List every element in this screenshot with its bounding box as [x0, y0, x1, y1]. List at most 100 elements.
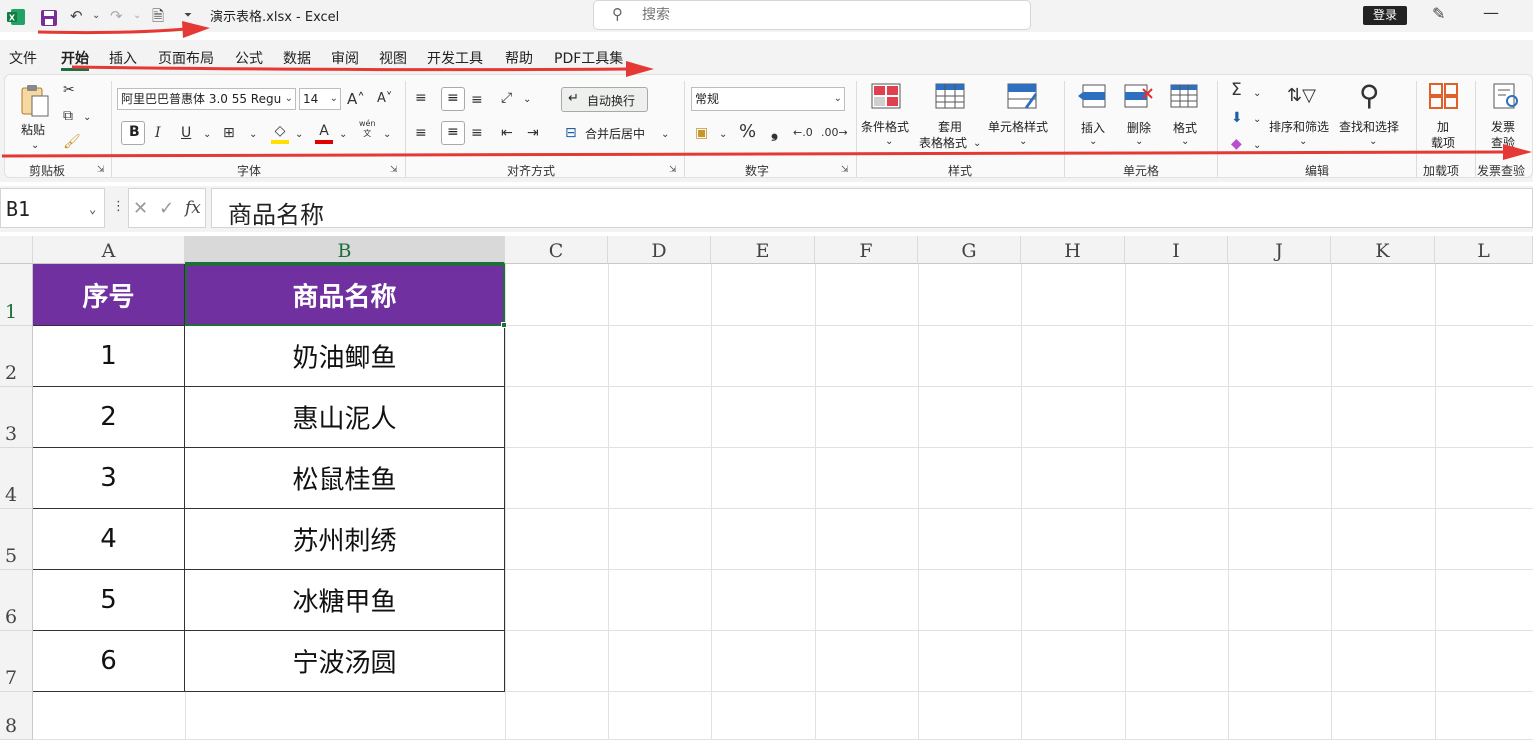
underline-button[interactable]: U [181, 124, 191, 142]
format-as-table-label-2[interactable]: 表格格式 [919, 134, 967, 151]
table-header-cell[interactable]: 商品名称 [185, 264, 505, 326]
insert-cells-icon[interactable] [1077, 83, 1107, 109]
addins-icon[interactable] [1429, 83, 1459, 109]
table-cell[interactable]: 6 [33, 631, 185, 692]
tab-file[interactable]: 文件 [9, 48, 37, 68]
insert-cells-dropdown-icon[interactable]: ⌄ [1089, 133, 1097, 151]
column-header-d[interactable]: D [608, 236, 711, 264]
number-launcher-icon[interactable]: ⇲ [841, 165, 849, 175]
decrease-decimal-icon[interactable]: .00→ [821, 124, 848, 142]
wrap-text-button[interactable]: ↵ 自动换行 [561, 87, 648, 112]
column-header-i[interactable]: I [1125, 236, 1228, 264]
addins-label-2[interactable]: 载项 [1431, 134, 1455, 151]
align-left-icon[interactable]: ≡ [415, 124, 427, 142]
paste-icon[interactable] [19, 82, 51, 118]
addins-label-1[interactable]: 加 [1437, 118, 1449, 135]
italic-button[interactable]: I [155, 124, 161, 142]
undo-dropdown-icon[interactable]: ⌄ [92, 5, 100, 27]
table-cell[interactable]: 奶油鲫鱼 [185, 326, 505, 387]
borders-dropdown-icon[interactable]: ⌄ [249, 126, 257, 144]
find-select-icon[interactable]: ⚲ [1359, 79, 1380, 113]
align-bottom-icon[interactable]: ≡ [471, 91, 483, 109]
pen-icon[interactable]: ✎ [1432, 4, 1445, 23]
tab-developer[interactable]: 开发工具 [427, 48, 483, 68]
increase-decimal-icon[interactable]: ←.0 [793, 124, 813, 142]
column-header-j[interactable]: J [1228, 236, 1331, 264]
table-cell[interactable]: 4 [33, 509, 185, 570]
table-cell[interactable]: 冰糖甲鱼 [185, 570, 505, 631]
redo-icon[interactable]: ↷ [110, 5, 123, 27]
decrease-font-icon[interactable]: A˅ [377, 90, 392, 108]
align-middle-button[interactable]: ≡ [441, 87, 465, 111]
login-button[interactable]: 登录 [1363, 6, 1407, 25]
merge-center-icon[interactable]: ⊟ [565, 124, 577, 142]
column-header-k[interactable]: K [1331, 236, 1435, 264]
copy-icon[interactable]: ⧉ [63, 107, 73, 125]
increase-font-icon[interactable]: A˄ [347, 90, 365, 108]
number-format-select[interactable]: 常规 ⌄ [691, 87, 845, 111]
row-header-4[interactable]: 4 [0, 448, 33, 509]
table-cell[interactable]: 苏州刺绣 [185, 509, 505, 570]
bold-button[interactable]: B [121, 121, 145, 145]
fill-icon[interactable]: ⬇ [1231, 109, 1243, 127]
column-header-f[interactable]: F [815, 236, 918, 264]
minimize-button[interactable]: — [1483, 3, 1499, 22]
row-header-6[interactable]: 6 [0, 570, 33, 631]
table-cell[interactable]: 3 [33, 448, 185, 509]
decrease-indent-icon[interactable]: ⇤ [501, 124, 513, 142]
row-header-2[interactable]: 2 [0, 326, 33, 387]
insert-function-button[interactable]: fx [185, 198, 201, 218]
tab-pdf-tools[interactable]: PDF工具集 [554, 48, 623, 68]
table-cell[interactable]: 5 [33, 570, 185, 631]
cut-icon[interactable]: ✂ [63, 81, 75, 99]
find-select-dropdown-icon[interactable]: ⌄ [1369, 133, 1377, 151]
enter-icon[interactable]: ✓ [159, 198, 174, 219]
column-header-e[interactable]: E [711, 236, 815, 264]
paste-label[interactable]: 粘贴 [21, 121, 45, 138]
chevron-down-icon[interactable]: ⌄ [89, 202, 96, 216]
format-painter-icon[interactable]: 🖌 [63, 133, 81, 151]
column-header-h[interactable]: H [1021, 236, 1125, 264]
conditional-formatting-icon[interactable] [871, 83, 901, 109]
tab-insert[interactable]: 插入 [109, 48, 137, 68]
table-header-cell[interactable]: 序号 [33, 264, 185, 326]
fill-handle[interactable] [501, 322, 507, 328]
search-box[interactable]: ⚲ [593, 0, 1031, 30]
table-cell[interactable]: 松鼠桂鱼 [185, 448, 505, 509]
clipboard-launcher-icon[interactable]: ⇲ [97, 165, 105, 175]
search-input[interactable] [642, 5, 1002, 25]
underline-dropdown-icon[interactable]: ⌄ [203, 126, 211, 144]
row-header-8[interactable]: 8 [0, 692, 33, 740]
format-as-table-dropdown-icon[interactable]: ⌄ [973, 135, 981, 153]
format-cells-dropdown-icon[interactable]: ⌄ [1181, 133, 1189, 151]
delete-cells-icon[interactable] [1123, 83, 1153, 109]
clear-icon[interactable]: ◆ [1231, 135, 1242, 153]
cell-styles-icon[interactable] [1007, 83, 1037, 109]
align-top-icon[interactable]: ≡ [415, 89, 427, 107]
name-box[interactable]: B1 ⌄ [0, 188, 105, 228]
merge-center-label[interactable]: 合并后居中 [585, 125, 645, 142]
tab-help[interactable]: 帮助 [505, 48, 533, 68]
autosum-dropdown-icon[interactable]: ⌄ [1253, 85, 1261, 103]
alignment-launcher-icon[interactable]: ⇲ [669, 165, 677, 175]
column-header-b[interactable]: B [185, 236, 505, 264]
formula-input[interactable]: 商品名称 [211, 188, 1533, 229]
table-cell[interactable]: 1 [33, 326, 185, 387]
comma-button[interactable]: ❟ [771, 123, 778, 141]
format-cells-icon[interactable] [1169, 83, 1199, 109]
worksheet-grid[interactable]: A B C D E F G H I J K L 1 2 3 4 5 6 7 8 [0, 236, 1533, 740]
format-as-table-icon[interactable] [935, 83, 965, 109]
font-color-icon[interactable]: A [315, 122, 333, 144]
autosum-icon[interactable]: Σ [1231, 81, 1242, 99]
accounting-dropdown-icon[interactable]: ⌄ [719, 126, 727, 144]
tab-home[interactable]: 开始 [61, 48, 89, 68]
font-name-select[interactable]: 阿里巴巴普惠体 3.0 55 Regu ⌄ [117, 88, 296, 110]
align-center-button[interactable]: ≡ [441, 121, 465, 145]
row-header-7[interactable]: 7 [0, 631, 33, 692]
redo-dropdown-icon[interactable]: ⌄ [133, 5, 141, 27]
column-header-a[interactable]: A [33, 236, 185, 264]
conditional-formatting-dropdown-icon[interactable]: ⌄ [885, 133, 893, 151]
column-header-c[interactable]: C [505, 236, 608, 264]
cell-styles-label[interactable]: 单元格样式 [988, 118, 1048, 135]
accounting-format-icon[interactable]: ▣ [695, 124, 708, 142]
